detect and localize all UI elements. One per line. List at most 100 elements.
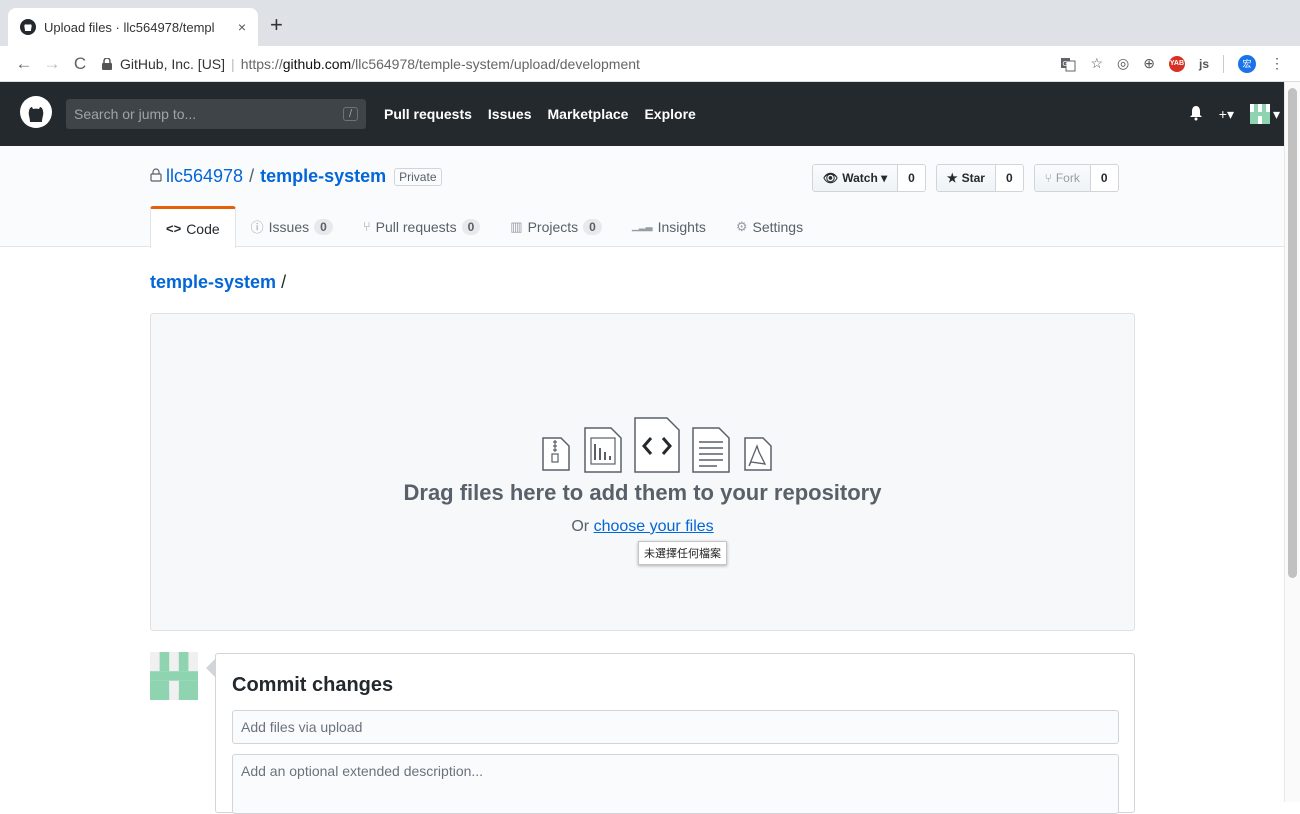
extension-eye-icon[interactable]: ◎ (1117, 55, 1129, 72)
text-file-icon (692, 427, 730, 473)
url-path: /llc564978/temple-system/upload/developm… (351, 55, 640, 72)
tab-issues-label: Issues (268, 218, 310, 235)
extension-crosshair-icon[interactable]: ⊕ (1143, 55, 1155, 72)
nav-issues[interactable]: Issues (488, 106, 532, 122)
search-input[interactable]: Search or jump to... / (66, 99, 366, 129)
svg-text:G: G (1063, 61, 1068, 68)
tab-projects[interactable]: ▥ Projects 0 (495, 206, 617, 247)
dropzone-title: Drag files here to add them to your repo… (403, 480, 882, 505)
commit-description-input[interactable]: Add an optional extended description... (232, 754, 1119, 814)
tab-settings-label: Settings (752, 218, 804, 235)
star-button-group: ★ Star 0 (935, 164, 1024, 192)
repo-actions: 👁 Watch ▾ 0 ★ Star 0 ⑂ Fork 0 (812, 164, 1119, 192)
choose-files-link[interactable]: choose your files (594, 518, 714, 535)
translate-icon[interactable]: G (1060, 56, 1076, 72)
scrollbar-thumb[interactable] (1288, 88, 1297, 578)
back-button[interactable]: ← (10, 54, 38, 74)
star-button[interactable]: ★ Star (936, 165, 996, 191)
nav-explore[interactable]: Explore (644, 106, 695, 122)
project-icon: ▥ (510, 218, 523, 234)
fork-label: Fork (1055, 171, 1080, 185)
commit-title: Commit changes (232, 674, 394, 696)
reload-button[interactable]: C (66, 54, 94, 74)
browser-tabbar: Upload files · llc564978/templ × + (0, 0, 1300, 46)
repo-name-link[interactable]: temple-system (260, 166, 386, 187)
fork-count[interactable]: 0 (1090, 165, 1118, 191)
repo-title-separator: / (249, 166, 255, 186)
tab-close-icon[interactable]: × (238, 19, 246, 35)
file-input-tooltip: 未選擇任何檔案 (638, 541, 727, 565)
github-logo-icon[interactable] (20, 95, 52, 133)
user-avatar-icon (1249, 104, 1270, 124)
dropzone-or: Or (571, 518, 594, 535)
commit-summary-input[interactable]: Add files via upload (232, 710, 1119, 744)
url-separator: | (231, 55, 235, 72)
eye-icon: 👁 (823, 171, 839, 185)
pdf-file-icon (744, 437, 772, 471)
graph-icon: ▁▂▃ (631, 221, 653, 231)
tab-insights[interactable]: ▁▂▃ Insights (617, 206, 721, 247)
pull-requests-counter: 0 (461, 218, 481, 235)
watch-button-group: 👁 Watch ▾ 0 (812, 164, 926, 192)
upload-dropzone[interactable]: Drag files here to add them to your repo… (150, 313, 1135, 631)
repo-title: llc564978 / temple-system Private (150, 166, 442, 187)
issues-counter: 0 (314, 218, 333, 235)
repo-owner-link[interactable]: llc564978 (166, 166, 243, 187)
tab-insights-label: Insights (657, 218, 706, 235)
watch-button[interactable]: 👁 Watch ▾ (813, 165, 899, 191)
dropzone-subtitle: Or choose your files (151, 518, 1134, 536)
browser-tab[interactable]: Upload files · llc564978/templ × (8, 8, 258, 46)
toolbar-divider (1223, 54, 1224, 73)
page-scrollbar[interactable] (1284, 82, 1300, 802)
tab-code-label: Code (186, 220, 220, 237)
chart-file-icon (584, 427, 622, 473)
repo-header: llc564978 / temple-system Private 👁 Watch… (0, 146, 1300, 248)
url-field[interactable]: GitHub, Inc. [US] | https:// github.com … (102, 50, 1060, 78)
extension-yab-icon[interactable]: YAB (1168, 55, 1185, 72)
extension-js-icon[interactable]: js (1199, 57, 1209, 71)
watch-count[interactable]: 0 (898, 165, 925, 191)
avatar-caret-icon: ▾ (1272, 105, 1280, 122)
bookmark-star-icon[interactable]: ☆ (1090, 55, 1103, 72)
commit-form: Commit changes Add files via upload Add … (215, 653, 1135, 814)
private-badge: Private (394, 167, 442, 186)
new-tab-button[interactable]: + (270, 12, 283, 38)
watch-label: Watch ▾ (842, 171, 888, 185)
create-new-dropdown[interactable]: +▾ (1219, 106, 1234, 123)
user-avatar-dropdown[interactable]: ▾ (1249, 104, 1280, 124)
url-host: github.com (282, 55, 352, 72)
header-actions: +▾ ▾ (1189, 104, 1280, 124)
tab-settings[interactable]: ⚙ Settings (721, 206, 818, 247)
issue-icon: ⓘ (250, 220, 264, 235)
avatar[interactable] (150, 652, 198, 700)
notification-bell-icon[interactable] (1189, 105, 1203, 124)
projects-counter: 0 (583, 218, 602, 235)
nav-marketplace[interactable]: Marketplace (548, 106, 629, 122)
breadcrumb-repo-link[interactable]: temple-system (150, 272, 276, 292)
browser-menu-icon[interactable]: ⋮ (1270, 55, 1284, 72)
site-identity: GitHub, Inc. [US] (120, 55, 226, 72)
tab-title: Upload files · llc564978/templ (44, 19, 215, 35)
github-header: Search or jump to... / Pull requests Iss… (0, 82, 1300, 146)
profile-avatar[interactable]: 宏 (1238, 54, 1256, 73)
star-icon: ★ (946, 171, 958, 185)
star-label: Star (961, 171, 985, 185)
fork-button-group: ⑂ Fork 0 (1033, 164, 1119, 192)
code-file-icon (634, 417, 680, 473)
tab-issues[interactable]: ⓘ Issues 0 (236, 206, 348, 247)
lock-icon (150, 166, 162, 187)
forward-button[interactable]: → (38, 54, 66, 74)
fork-button[interactable]: ⑂ Fork (1034, 165, 1091, 191)
breadcrumb: temple-system / (150, 272, 286, 293)
tab-pull-requests-label: Pull requests (375, 218, 457, 235)
tab-projects-label: Projects (527, 218, 579, 235)
tab-pull-requests[interactable]: ⑂ Pull requests 0 (348, 206, 495, 247)
star-count[interactable]: 0 (995, 165, 1023, 191)
gear-icon: ⚙ (735, 218, 748, 234)
breadcrumb-separator: / (281, 272, 287, 292)
url-prefix: https:// (240, 55, 283, 72)
zip-file-icon (542, 437, 570, 471)
repo-nav: <> Code ⓘ Issues 0 ⑂ Pull requests 0 ▥ P… (150, 206, 818, 248)
nav-pull-requests[interactable]: Pull requests (384, 106, 472, 122)
tab-code[interactable]: <> Code (150, 206, 236, 248)
